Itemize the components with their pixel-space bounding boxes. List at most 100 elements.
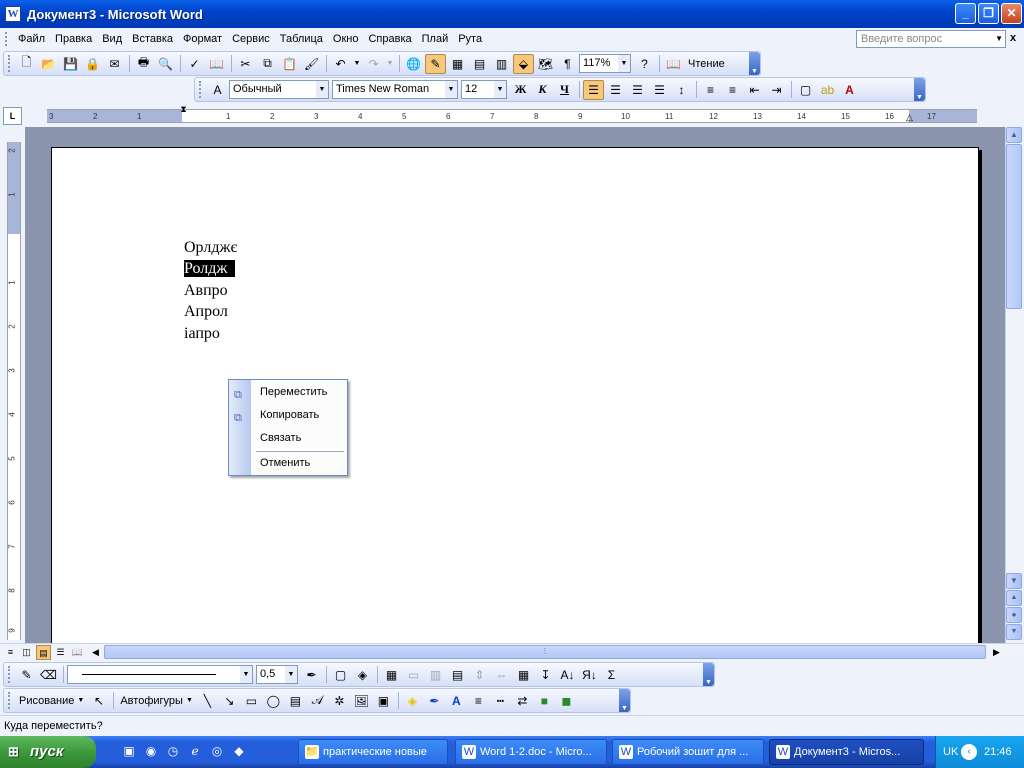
line-style-icon[interactable]: ≡ xyxy=(468,691,489,711)
scroll-down-icon[interactable]: ▼ xyxy=(1006,573,1022,589)
restore-button[interactable]: ❐ xyxy=(978,3,999,24)
format-painter-icon[interactable]: 🖌 xyxy=(301,54,322,74)
outline-view-icon[interactable]: ☰ xyxy=(53,645,68,660)
font-size-select[interactable]: 12 ▼ xyxy=(461,80,507,99)
clock-time[interactable]: 21:46 xyxy=(984,736,1012,768)
rectangle-icon[interactable]: ▭ xyxy=(241,691,262,711)
scroll-up-icon[interactable]: ▲ xyxy=(1006,127,1022,143)
dash-style-icon[interactable]: ┅ xyxy=(490,691,511,711)
menu-item-cancel[interactable]: Отменить xyxy=(229,453,347,474)
justify-icon[interactable]: ☰ xyxy=(649,80,670,100)
highlight-icon[interactable]: ab xyxy=(817,80,838,100)
menu-grip[interactable] xyxy=(5,32,9,46)
text-line-selected[interactable]: Ролдж xyxy=(184,259,236,279)
browse-object-icon[interactable]: ● xyxy=(1006,607,1022,623)
web-view-icon[interactable]: ◫ xyxy=(19,645,34,660)
spelling-icon[interactable]: ✓ xyxy=(184,54,205,74)
cut-icon[interactable]: ✂ xyxy=(235,54,256,74)
vertical-scrollbar[interactable]: ▲ ▼ ▲ ● ▼ xyxy=(1005,127,1022,643)
right-indent-marker-icon[interactable]: △ xyxy=(906,112,913,123)
border-color-icon[interactable]: ✒ xyxy=(301,665,322,685)
help-question-input[interactable]: Введите вопрос ▼ xyxy=(856,30,1006,48)
clip-art-icon[interactable]: 🖼 xyxy=(351,691,372,711)
outside-border-icon[interactable]: ▢ xyxy=(330,665,351,685)
word-app-icon[interactable]: W xyxy=(5,6,21,22)
horizontal-scroll-thumb[interactable]: ⋮ xyxy=(104,645,986,659)
vertical-ruler[interactable]: 2 1 1 2 3 4 5 6 7 8 9 xyxy=(7,142,21,640)
align-left-icon[interactable]: ☰ xyxy=(583,79,604,100)
ie-icon[interactable]: ℯ xyxy=(187,744,203,760)
oval-icon[interactable]: ◯ xyxy=(263,691,284,711)
redo-dropdown-icon[interactable]: ▼ xyxy=(385,54,395,74)
copy-icon[interactable]: ⧉ xyxy=(257,54,278,74)
draw-table-icon[interactable]: ✎ xyxy=(16,665,37,685)
menu-format[interactable]: Формат xyxy=(178,30,227,48)
borders-icon[interactable]: ▢ xyxy=(795,80,816,100)
autosum-icon[interactable]: Σ xyxy=(601,665,622,685)
font-select[interactable]: Times New Roman ▼ xyxy=(332,80,458,99)
print-layout-icon[interactable]: ▤ xyxy=(36,645,51,660)
line-style-dropdown-icon[interactable]: ▼ xyxy=(240,666,252,683)
menu-insert[interactable]: Вставка xyxy=(127,30,178,48)
minimize-button[interactable]: _ xyxy=(955,3,976,24)
autoshapes-button[interactable]: Автофигуры xyxy=(117,695,186,707)
menu-item-copy[interactable]: ⧉ Копировать xyxy=(229,405,347,426)
research-icon[interactable]: 📖 xyxy=(206,54,227,74)
increase-indent-icon[interactable]: ⇥ xyxy=(766,80,787,100)
save-icon[interactable]: 💾 xyxy=(60,54,81,74)
vertical-scroll-thumb[interactable] xyxy=(1006,144,1022,309)
undo-icon[interactable]: ↶ xyxy=(330,54,351,74)
text-line[interactable]: Авпро xyxy=(184,281,228,301)
menu-view[interactable]: Вид xyxy=(97,30,127,48)
menu-table[interactable]: Таблица xyxy=(275,30,328,48)
paste-icon[interactable]: 📋 xyxy=(279,54,300,74)
line-icon[interactable]: ╲ xyxy=(197,691,218,711)
redo-icon[interactable]: ↷ xyxy=(363,54,384,74)
help-icon[interactable]: ? xyxy=(634,54,655,74)
new-document-icon[interactable]: 🗋 xyxy=(16,54,37,74)
document-close-button[interactable]: x xyxy=(1010,32,1016,44)
line-color-icon[interactable]: ✒ xyxy=(424,691,445,711)
task-button-word-1[interactable]: W Word 1-2.doc - Micro... xyxy=(455,739,607,765)
autoshapes-dropdown-icon[interactable]: ▼ xyxy=(186,697,193,704)
task-button-word-active[interactable]: W Документ3 - Micros... xyxy=(769,739,924,765)
insert-table-icon[interactable]: ▦ xyxy=(447,54,468,74)
menu-item-link[interactable]: Связать xyxy=(229,428,347,449)
scroll-right-icon[interactable]: ▶ xyxy=(989,645,1004,660)
toolbar-options-icon[interactable]: ▼ xyxy=(619,689,630,712)
split-cells-icon[interactable]: ▥ xyxy=(425,665,446,685)
line-spacing-icon[interactable]: ↕ xyxy=(671,80,692,100)
align-center-icon[interactable]: ☰ xyxy=(605,80,626,100)
sort-ascending-icon[interactable]: A↓ xyxy=(557,665,578,685)
text-line[interactable]: Орлджє xyxy=(184,238,237,258)
horizontal-scrollbar[interactable]: ≡ ◫ ▤ ☰ 📖 ◀ ⋮ ▶ xyxy=(0,643,1024,660)
shadow-style-icon[interactable]: ■ xyxy=(534,691,555,711)
line-weight-dropdown-icon[interactable]: ▼ xyxy=(285,666,297,683)
tab-selector[interactable]: L xyxy=(3,107,22,125)
sort-descending-icon[interactable]: Я↓ xyxy=(579,665,600,685)
style-select[interactable]: Обычный ▼ xyxy=(229,80,329,99)
toolbar-grip[interactable] xyxy=(8,55,12,72)
close-button[interactable]: ✕ xyxy=(1001,3,1022,24)
previous-page-icon[interactable]: ▲ xyxy=(1006,590,1022,606)
toolbar-grip[interactable] xyxy=(8,692,12,709)
drawing-menu-button[interactable]: Рисование xyxy=(16,695,77,707)
hyperlink-icon[interactable]: 🌐 xyxy=(403,54,424,74)
italic-button[interactable]: К xyxy=(532,80,553,100)
menu-item-move[interactable]: ⧉ Переместить xyxy=(229,382,347,403)
styles-pane-icon[interactable]: A xyxy=(207,80,228,100)
menu-edit[interactable]: Правка xyxy=(50,30,97,48)
print-icon[interactable]: 🖶 xyxy=(133,54,154,74)
menu-window[interactable]: Окно xyxy=(328,30,364,48)
align-cell-icon[interactable]: ▤ xyxy=(447,665,468,685)
toolbar-grip[interactable] xyxy=(199,81,203,98)
text-line[interactable]: іапро xyxy=(184,324,220,344)
show-formatting-icon[interactable]: ¶ xyxy=(557,54,578,74)
text-box-icon[interactable]: ▤ xyxy=(285,691,306,711)
diagram-icon[interactable]: ✲ xyxy=(329,691,350,711)
menu-ruta[interactable]: Рута xyxy=(453,30,487,48)
browser-icon[interactable]: ◉ xyxy=(143,744,159,760)
bold-button[interactable]: Ж xyxy=(510,80,531,100)
font-color-icon[interactable]: A xyxy=(839,80,860,100)
scroll-left-icon[interactable]: ◀ xyxy=(88,645,103,660)
